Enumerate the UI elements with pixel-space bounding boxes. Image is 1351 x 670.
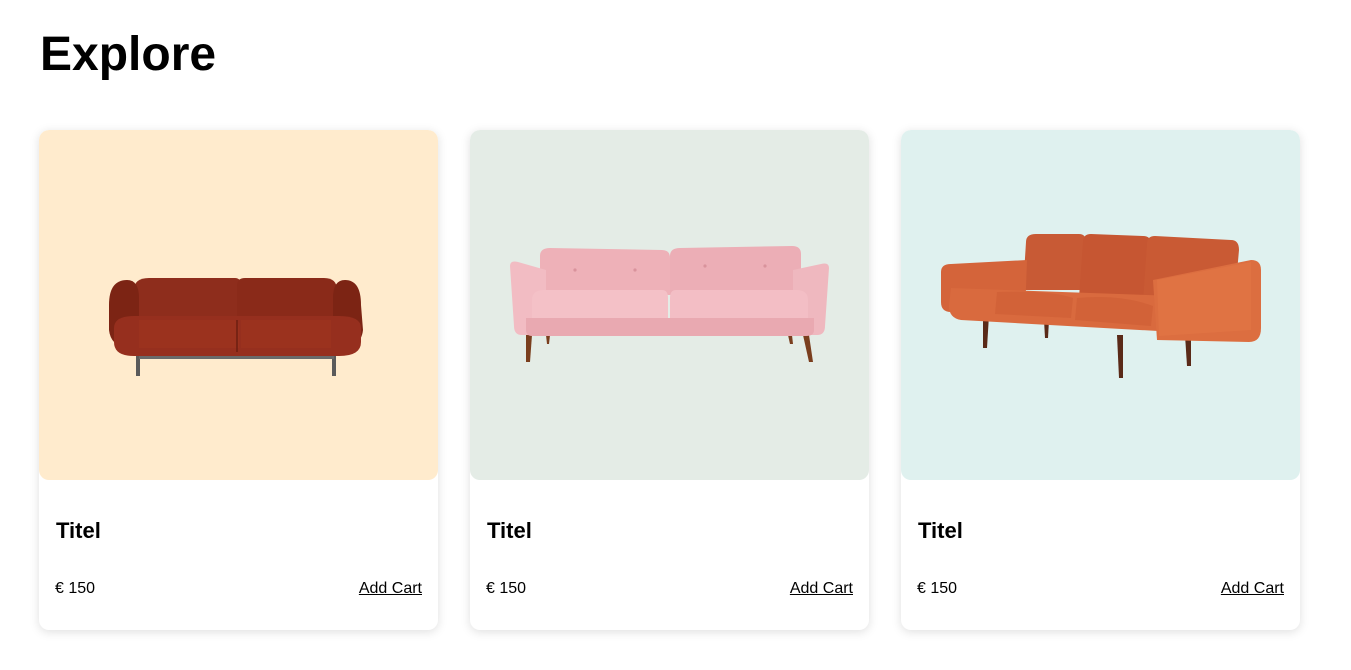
page: Explore Titel € 150 Add Cart Titel € 150…: [0, 0, 1351, 670]
product-card: Titel € 150 Add Cart: [39, 130, 438, 630]
product-grid: Titel € 150 Add Cart Titel € 150 Add Car…: [39, 130, 1300, 630]
add-cart-link[interactable]: Add Cart: [790, 580, 853, 598]
orange-leather-sofa-image: [941, 234, 1261, 378]
product-image[interactable]: [39, 130, 438, 480]
product-title: Titel: [56, 518, 101, 543]
pink-sofa-image: [510, 246, 829, 362]
product-image[interactable]: [901, 130, 1300, 480]
product-title: Titel: [487, 518, 532, 543]
product-title: Titel: [918, 518, 963, 543]
product-card: Titel € 150 Add Cart: [901, 130, 1300, 630]
product-card: Titel € 150 Add Cart: [470, 130, 869, 630]
dark-red-sofa-image: [109, 278, 363, 376]
product-image[interactable]: [470, 130, 869, 480]
product-price: € 150: [486, 580, 527, 597]
page-title: Explore: [40, 28, 217, 81]
add-cart-link[interactable]: Add Cart: [1221, 580, 1284, 598]
product-price: € 150: [917, 580, 958, 597]
product-price: € 150: [55, 580, 96, 597]
add-cart-link[interactable]: Add Cart: [359, 580, 422, 598]
